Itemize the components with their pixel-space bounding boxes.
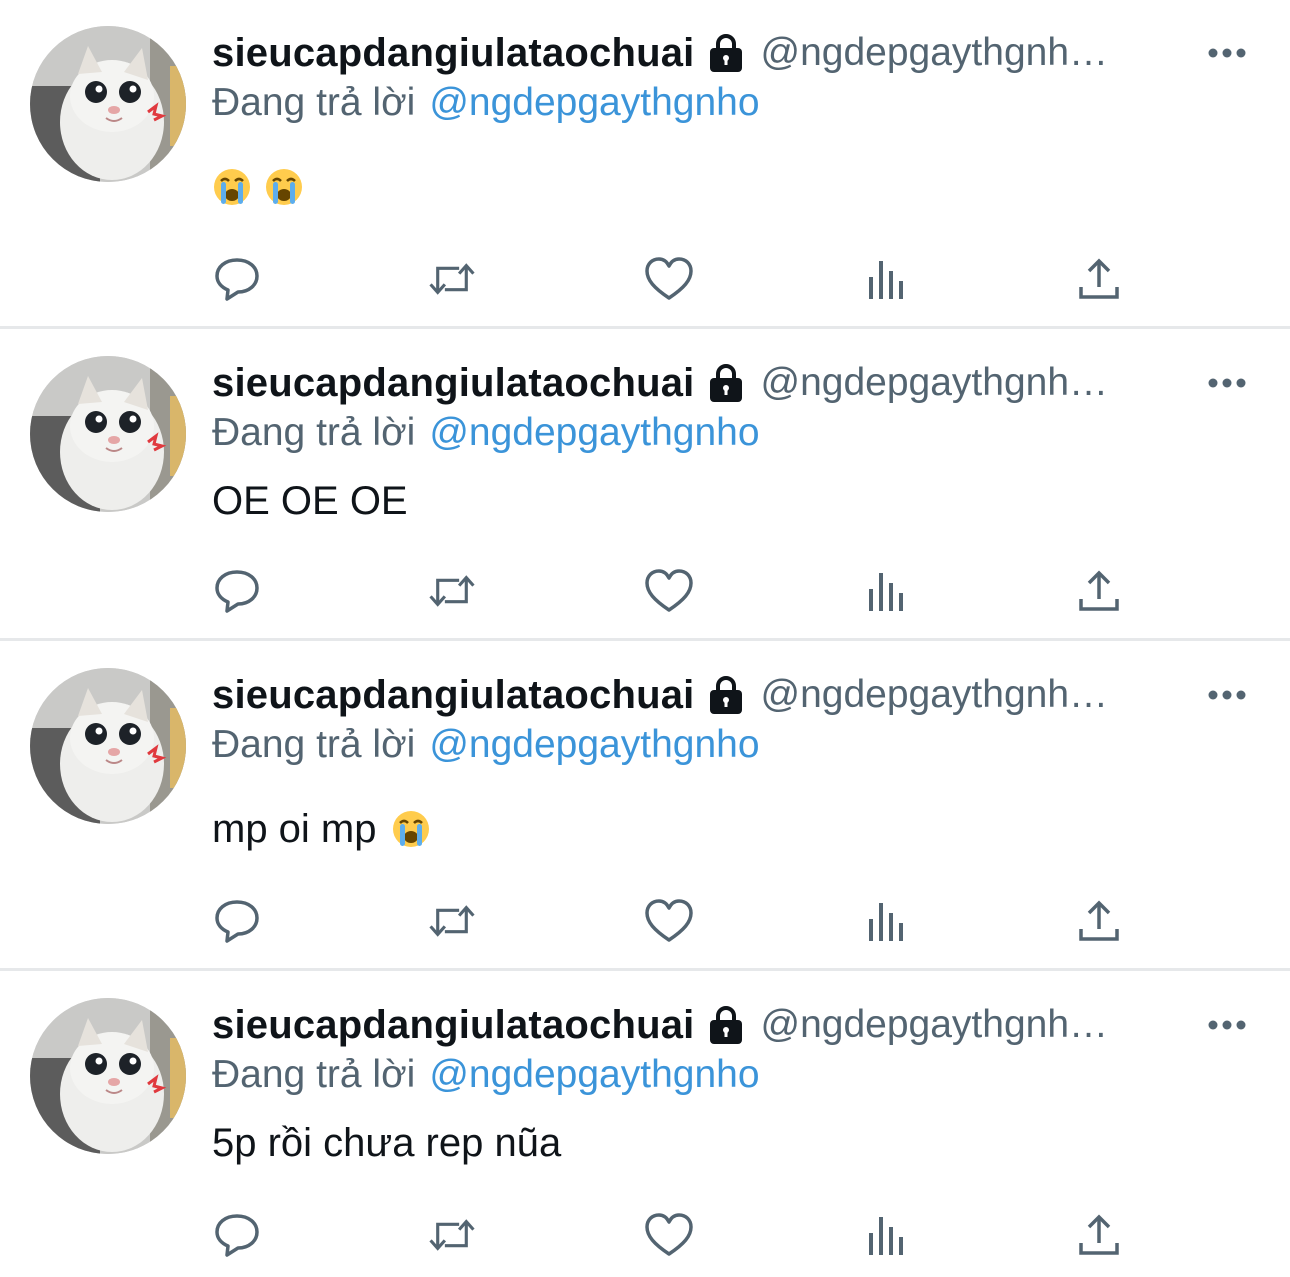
lock-icon [707,675,745,715]
views-icon[interactable] [860,1210,910,1260]
more-icon[interactable] [1207,376,1247,388]
lock-icon [707,33,745,73]
avatar[interactable] [30,26,186,182]
display-name[interactable]: sieucapdangiulataochuai [212,673,695,718]
tweet-actions [212,566,1152,616]
share-icon[interactable] [1074,1210,1124,1260]
display-name[interactable]: sieucapdangiulataochuai [212,1003,695,1048]
display-name[interactable]: sieucapdangiulataochuai [212,31,695,76]
more-icon[interactable] [1207,1018,1247,1030]
cat-avatar-image [30,26,186,182]
tweet-feed: sieucapdangiulataochuai @ngdepgaythgnh… … [0,0,1290,1277]
reply-icon[interactable] [212,566,262,616]
like-icon[interactable] [644,896,694,946]
loudly-crying-face-emoji [391,809,431,849]
tweet-text: mp oi mp [212,804,443,854]
cat-avatar-image [30,998,186,1154]
reply-mention-link[interactable]: @ngdepgaythgnho [429,723,759,767]
views-icon[interactable] [860,254,910,304]
reply-mention-link[interactable]: @ngdepgaythgnho [429,411,759,455]
reply-icon[interactable] [212,254,262,304]
reply-prefix: Đang trả lời [212,81,416,124]
divider [0,326,1290,329]
reply-prefix: Đang trả lời [212,723,416,766]
replying-to: Đang trả lời @ngdepgaythgnho [212,720,760,770]
loudly-crying-face-emoji [264,167,304,207]
reply-mention-link[interactable]: @ngdepgaythgnho [429,81,759,125]
cat-avatar-image [30,668,186,824]
tweet-actions [212,896,1152,946]
cat-avatar-image [30,356,186,512]
retweet-icon[interactable] [427,1210,477,1260]
share-icon[interactable] [1074,896,1124,946]
reply-prefix: Đang trả lời [212,411,416,454]
tweet-text-content: 5p rồi chưa rep nũa [212,1120,562,1165]
user-handle[interactable]: @ngdepgaythgnh… [761,673,1109,717]
lock-icon [707,1005,745,1045]
replying-to: Đang trả lời @ngdepgaythgnho [212,408,760,458]
tweet-text: OE OE OE [212,476,408,526]
reply-icon[interactable] [212,896,262,946]
avatar[interactable] [30,668,186,824]
lock-icon [707,363,745,403]
like-icon[interactable] [644,566,694,616]
reply-icon[interactable] [212,1210,262,1260]
reply-prefix: Đang trả lời [212,1053,416,1096]
user-handle[interactable]: @ngdepgaythgnh… [761,31,1109,75]
replying-to: Đang trả lời @ngdepgaythgnho [212,1050,760,1100]
share-icon[interactable] [1074,254,1124,304]
tweet-text-content: mp oi mp [212,806,377,851]
tweet-actions [212,1210,1152,1260]
tweet-text: 5p rồi chưa rep nũa [212,1118,561,1168]
reply-mention-link[interactable]: @ngdepgaythgnho [429,1053,759,1097]
avatar[interactable] [30,998,186,1154]
divider [0,638,1290,641]
retweet-icon[interactable] [427,254,477,304]
tweet-text [212,162,316,212]
user-handle[interactable]: @ngdepgaythgnh… [761,361,1109,405]
loudly-crying-face-emoji [212,167,252,207]
share-icon[interactable] [1074,566,1124,616]
views-icon[interactable] [860,566,910,616]
like-icon[interactable] [644,1210,694,1260]
retweet-icon[interactable] [427,896,477,946]
divider [0,968,1290,971]
more-icon[interactable] [1207,688,1247,700]
tweet-actions [212,254,1152,304]
more-icon[interactable] [1207,46,1247,58]
replying-to: Đang trả lời @ngdepgaythgnho [212,78,760,128]
tweet-text-content: OE OE OE [212,478,408,523]
like-icon[interactable] [644,254,694,304]
avatar[interactable] [30,356,186,512]
user-handle[interactable]: @ngdepgaythgnh… [761,1003,1109,1047]
retweet-icon[interactable] [427,566,477,616]
display-name[interactable]: sieucapdangiulataochuai [212,361,695,406]
views-icon[interactable] [860,896,910,946]
